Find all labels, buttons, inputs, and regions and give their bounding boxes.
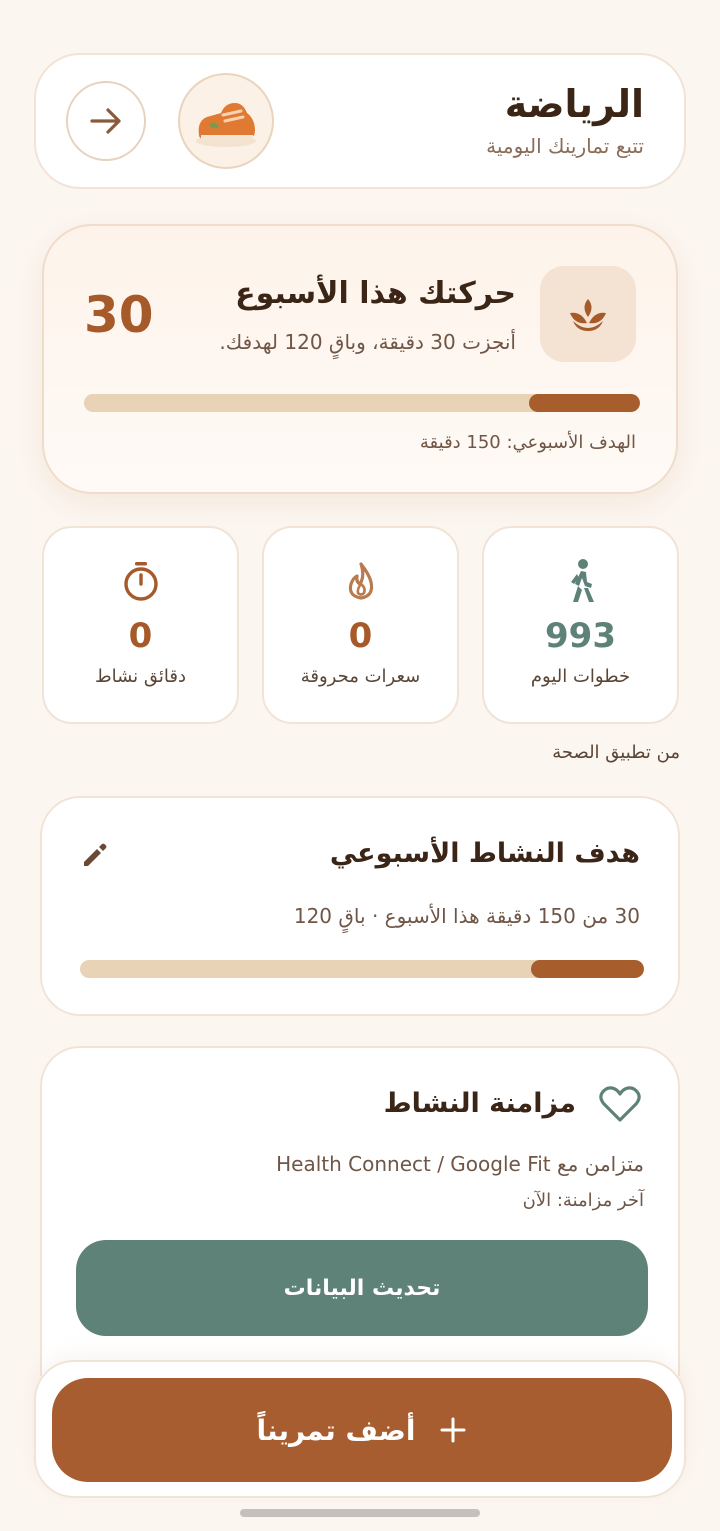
goal-summary: 30 من 150 دقيقة هذا الأسبوع · باقٍ 120 [293, 904, 640, 928]
weekly-goal-card: هدف النشاط الأسبوعي 30 من 150 دقيقة هذا … [40, 796, 680, 1016]
flame-icon [264, 558, 457, 604]
goal-progress-bar [80, 960, 644, 978]
sync-status: متزامن مع Health Connect / Google Fit [276, 1152, 644, 1176]
bottom-action-bar: أضف تمريناً [34, 1360, 686, 1498]
pencil-icon [84, 843, 107, 866]
weekly-movement-card: حركتك هذا الأسبوع أنجزت 30 دقيقة، وباقٍ … [42, 224, 678, 494]
steps-label: خطوات اليوم [530, 666, 631, 687]
goal-title: هدف النشاط الأسبوعي [329, 838, 640, 869]
last-sync: آخر مزامنة: الآن [522, 1190, 644, 1211]
weekly-progress-fill [528, 394, 640, 412]
header-text: الرياضة تتبع تمارينك اليومية [296, 82, 644, 158]
header-card: الرياضة تتبع تمارينك اليومية [34, 53, 686, 189]
stat-steps: 993 خطوات اليوم [482, 526, 679, 724]
sync-title: مزامنة النشاط [383, 1088, 576, 1119]
add-workout-button[interactable]: أضف تمريناً [52, 1378, 672, 1482]
stat-calories: 0 سعرات محروقة [262, 526, 459, 724]
weekly-minutes: 30 [84, 286, 154, 344]
weekly-title: حركتك هذا الأسبوع [235, 276, 516, 311]
add-workout-label: أضف تمريناً [256, 1413, 416, 1447]
plus-icon [440, 1417, 466, 1443]
steps-value: 993 [545, 616, 616, 656]
stopwatch-icon [44, 558, 237, 604]
arrow-right-icon [90, 108, 121, 134]
heart-icon [598, 1084, 642, 1128]
edit-goal-button[interactable] [80, 840, 110, 874]
page-title: الرياضة [504, 82, 644, 127]
refresh-data-button[interactable]: تحديث البيانات [76, 1240, 648, 1336]
leaf-icon [540, 266, 636, 362]
weekly-subtitle: أنجزت 30 دقيقة، وباقٍ 120 لهدفك. [219, 330, 516, 354]
calories-value: 0 [348, 616, 373, 656]
home-indicator[interactable] [240, 1509, 480, 1517]
page-subtitle: تتبع تمارينك اليومية [486, 133, 644, 158]
stat-active-minutes: 0 دقائق نشاط [42, 526, 239, 724]
walking-icon [484, 558, 677, 604]
sports-screen: الرياضة تتبع تمارينك اليومية حركتك هذا ا… [0, 0, 720, 1531]
weekly-progress-bar [84, 394, 640, 412]
active-minutes-label: دقائق نشاط [94, 666, 187, 687]
goal-progress-fill [531, 960, 644, 978]
weekly-goal-label: الهدف الأسبوعي: 150 دقيقة [419, 432, 636, 453]
shoe-icon [178, 73, 274, 169]
back-button[interactable] [66, 81, 146, 161]
activity-sync-card: مزامنة النشاط متزامن مع Health Connect /… [40, 1046, 680, 1376]
stats-source-note: من تطبيق الصحة [552, 742, 680, 763]
active-minutes-value: 0 [128, 616, 153, 656]
calories-label: سعرات محروقة [300, 666, 421, 687]
